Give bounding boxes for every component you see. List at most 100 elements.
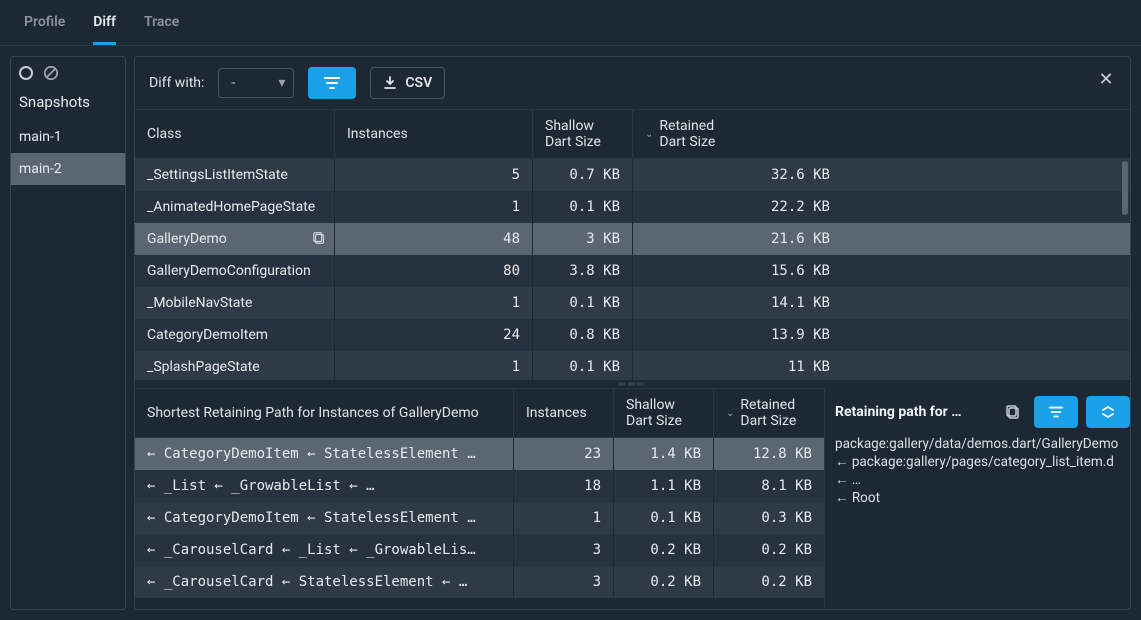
instances-cell: 1 bbox=[335, 191, 533, 223]
class-name-cell: _SettingsListItemState bbox=[135, 159, 335, 191]
snapshot-item[interactable]: main-1 bbox=[11, 121, 125, 153]
retained-cell: 0.2 KB bbox=[714, 566, 824, 598]
detail-line: package:gallery/data/demos.dart/GalleryD… bbox=[835, 436, 1130, 452]
col-path-shallow[interactable]: Shallow Dart Size bbox=[614, 389, 714, 437]
path-cell: ← CategoryDemoItem ← StatelessElement … bbox=[135, 438, 514, 470]
diff-with-dropdown[interactable]: - bbox=[218, 68, 294, 98]
table-row[interactable]: ← CategoryDemoItem ← StatelessElement …1… bbox=[135, 502, 824, 534]
class-name-cell: GalleryDemo bbox=[135, 223, 335, 255]
retained-cell: 14.1 KB bbox=[633, 287, 1130, 319]
shallow-cell: 1.4 KB bbox=[614, 438, 714, 470]
shallow-cell: 3 KB bbox=[533, 223, 633, 255]
retained-cell: 15.6 KB bbox=[633, 255, 1130, 287]
col-path-instances[interactable]: Instances bbox=[514, 389, 614, 437]
retained-cell: 0.2 KB bbox=[714, 534, 824, 566]
instances-cell: 1 bbox=[335, 351, 533, 380]
instances-cell: 24 bbox=[335, 319, 533, 351]
table-row[interactable]: GalleryDemo483 KB21.6 KB bbox=[135, 223, 1130, 255]
sort-desc-icon: ⌄ bbox=[645, 129, 653, 140]
classes-table-header: Class Instances Shallow Dart Size ⌄ Reta… bbox=[135, 109, 1130, 159]
table-row[interactable]: _AnimatedHomePageState10.1 KB22.2 KB bbox=[135, 191, 1130, 223]
table-row[interactable]: ← _List ← _GrowableList ← …181.1 KB8.1 K… bbox=[135, 470, 824, 502]
instances-cell: 23 bbox=[514, 438, 614, 470]
shallow-cell: 3.8 KB bbox=[533, 255, 633, 287]
retained-cell: 21.6 KB bbox=[633, 223, 1130, 255]
retaining-path-detail: Retaining path for … package:gallery/dat… bbox=[824, 388, 1130, 609]
shallow-cell: 0.7 KB bbox=[533, 159, 633, 191]
path-cell: ← CategoryDemoItem ← StatelessElement … bbox=[135, 502, 514, 534]
instances-cell: 18 bbox=[514, 470, 614, 502]
table-row[interactable]: ← _CarouselCard ← _List ← _GrowableLis…3… bbox=[135, 534, 824, 566]
snapshots-heading: Snapshots bbox=[11, 89, 125, 121]
detail-filter-button[interactable] bbox=[1034, 396, 1078, 428]
col-path-retained[interactable]: ⌄ Retained Dart Size bbox=[714, 389, 824, 437]
detail-line: ← Root bbox=[835, 490, 1130, 506]
table-row[interactable]: _SplashPageState10.1 KB11 KB bbox=[135, 351, 1130, 380]
instances-cell: 5 bbox=[335, 159, 533, 191]
col-instances[interactable]: Instances bbox=[335, 110, 533, 158]
instances-cell: 3 bbox=[514, 534, 614, 566]
shallow-cell: 1.1 KB bbox=[614, 470, 714, 502]
table-row[interactable]: _MobileNavState10.1 KB14.1 KB bbox=[135, 287, 1130, 319]
detail-line: ← package:gallery/pages/category_list_it… bbox=[835, 454, 1130, 470]
class-name-cell: CategoryDemoItem bbox=[135, 319, 335, 351]
retained-cell: 32.6 KB bbox=[633, 159, 1130, 191]
main-panel: Diff with: - CSV ✕ Class Instances Shall… bbox=[134, 56, 1131, 610]
csv-button[interactable]: CSV bbox=[370, 67, 445, 99]
tab-profile[interactable]: Profile bbox=[24, 14, 65, 45]
record-icon[interactable] bbox=[19, 66, 33, 80]
table-row[interactable]: ← CategoryDemoItem ← StatelessElement …2… bbox=[135, 438, 824, 470]
instances-cell: 3 bbox=[514, 566, 614, 598]
shallow-cell: 0.1 KB bbox=[614, 502, 714, 534]
class-name-cell: _AnimatedHomePageState bbox=[135, 191, 335, 223]
path-cell: ← _List ← _GrowableList ← … bbox=[135, 470, 514, 502]
csv-label: CSV bbox=[405, 75, 432, 91]
shallow-cell: 0.1 KB bbox=[533, 191, 633, 223]
instances-cell: 80 bbox=[335, 255, 533, 287]
detail-title: Retaining path for … bbox=[835, 404, 992, 420]
table-row[interactable]: GalleryDemoConfiguration803.8 KB15.6 KB bbox=[135, 255, 1130, 287]
class-name-cell: GalleryDemoConfiguration bbox=[135, 255, 335, 287]
path-cell: ← _CarouselCard ← _List ← _GrowableLis… bbox=[135, 534, 514, 566]
table-row[interactable]: ← _CarouselCard ← StatelessElement ← …30… bbox=[135, 566, 824, 598]
download-icon bbox=[383, 76, 397, 90]
retained-cell: 13.9 KB bbox=[633, 319, 1130, 351]
shallow-cell: 0.1 KB bbox=[533, 351, 633, 380]
diff-with-label: Diff with: bbox=[149, 75, 204, 91]
snapshot-item[interactable]: main-2 bbox=[11, 153, 125, 185]
table-row[interactable]: CategoryDemoItem240.8 KB13.9 KB bbox=[135, 319, 1130, 351]
scrollbar[interactable] bbox=[1122, 161, 1128, 215]
shallow-cell: 0.2 KB bbox=[614, 534, 714, 566]
col-class[interactable]: Class bbox=[135, 110, 335, 158]
clear-icon[interactable] bbox=[43, 65, 59, 81]
retained-cell: 8.1 KB bbox=[714, 470, 824, 502]
instances-cell: 1 bbox=[514, 502, 614, 534]
sort-desc-icon: ⌄ bbox=[726, 408, 734, 419]
detail-line: ← … bbox=[835, 472, 1130, 488]
tab-trace[interactable]: Trace bbox=[144, 14, 179, 45]
instances-cell: 1 bbox=[335, 287, 533, 319]
splitter-horizontal[interactable]: ═══ bbox=[135, 380, 1130, 388]
col-retained[interactable]: ⌄ Retained Dart Size bbox=[633, 110, 1130, 158]
retained-cell: 0.3 KB bbox=[714, 502, 824, 534]
path-cell: ← _CarouselCard ← StatelessElement ← … bbox=[135, 566, 514, 598]
path-table-header: Shortest Retaining Path for Instances of… bbox=[135, 388, 824, 438]
class-name-cell: _MobileNavState bbox=[135, 287, 335, 319]
retained-cell: 12.8 KB bbox=[714, 438, 824, 470]
filter-button[interactable] bbox=[308, 67, 356, 99]
table-row[interactable]: _SettingsListItemState50.7 KB32.6 KB bbox=[135, 159, 1130, 191]
copy-icon[interactable] bbox=[312, 231, 326, 249]
retained-cell: 11 KB bbox=[633, 351, 1130, 380]
shallow-cell: 0.2 KB bbox=[614, 566, 714, 598]
snapshots-panel: Snapshots main-1main-2 bbox=[10, 56, 126, 610]
tab-diff[interactable]: Diff bbox=[93, 14, 116, 45]
close-button[interactable]: ✕ bbox=[1096, 69, 1116, 89]
copy-button[interactable] bbox=[1000, 399, 1026, 425]
detail-navigate-button[interactable] bbox=[1086, 396, 1130, 428]
top-tabs: Profile Diff Trace bbox=[0, 0, 1141, 46]
col-shallow[interactable]: Shallow Dart Size bbox=[533, 110, 633, 158]
retained-cell: 22.2 KB bbox=[633, 191, 1130, 223]
shallow-cell: 0.8 KB bbox=[533, 319, 633, 351]
col-path[interactable]: Shortest Retaining Path for Instances of… bbox=[135, 389, 514, 437]
instances-cell: 48 bbox=[335, 223, 533, 255]
